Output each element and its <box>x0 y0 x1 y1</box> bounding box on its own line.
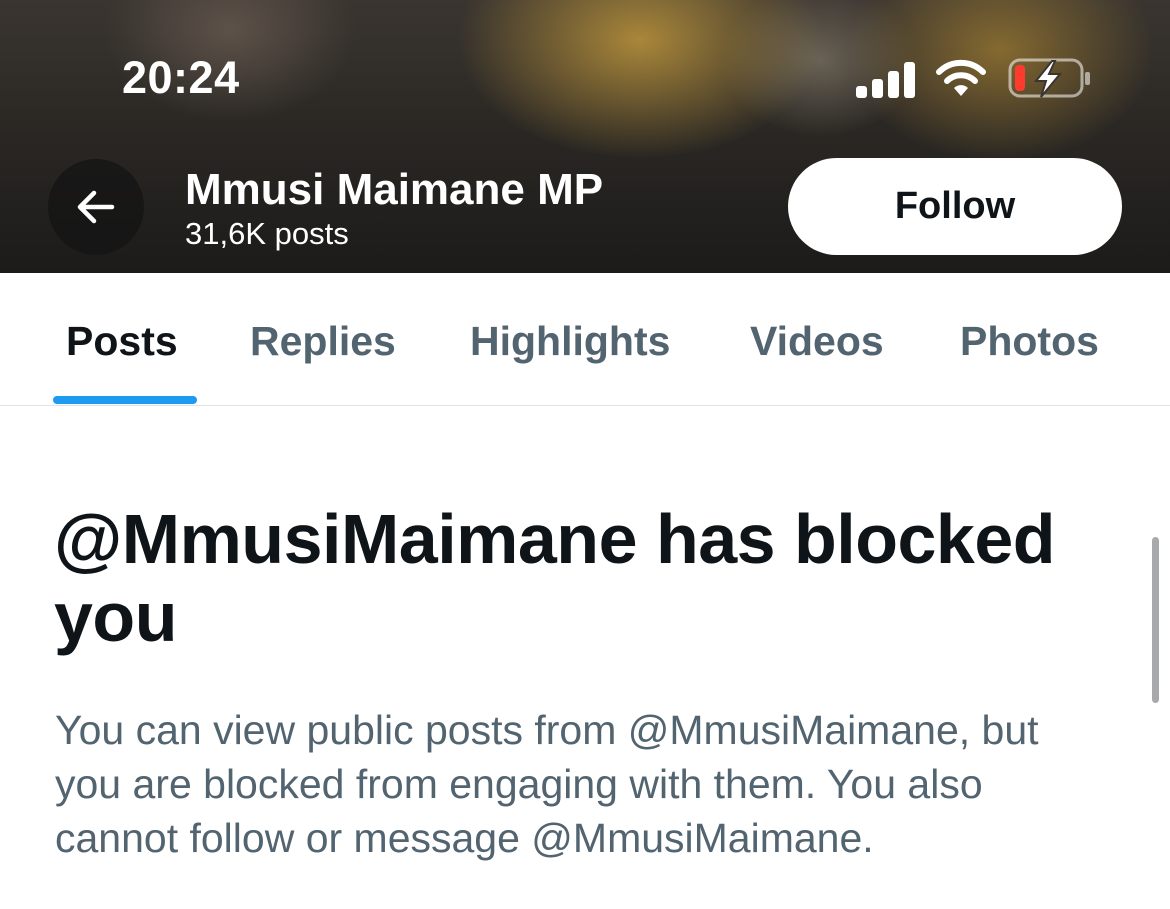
profile-tabs: Posts Replies Highlights Videos Photos <box>0 273 1170 406</box>
cellular-signal-icon <box>856 60 916 98</box>
tab-replies[interactable]: Replies <box>250 318 396 365</box>
tab-videos[interactable]: Videos <box>750 318 884 365</box>
tab-posts[interactable]: Posts <box>66 318 178 365</box>
battery-charging-icon <box>1008 58 1090 98</box>
tab-highlights[interactable]: Highlights <box>470 318 670 365</box>
tab-photos[interactable]: Photos <box>960 318 1099 365</box>
post-count: 31,6K posts <box>185 216 349 251</box>
profile-name: Mmusi Maimane MP <box>185 165 604 214</box>
arrow-left-icon <box>77 190 115 224</box>
blocked-notice-title: @MmusiMaimane has blocked you <box>54 500 1056 656</box>
blocked-notice-description: You can view public posts from @MmusiMai… <box>55 707 1039 861</box>
profile-header: 20:24 Mmusi Maimane MP 31,6K posts Follo… <box>0 0 1170 273</box>
active-tab-indicator <box>53 396 197 404</box>
wifi-icon <box>936 59 986 96</box>
status-time: 20:24 <box>122 52 240 103</box>
follow-button[interactable]: Follow <box>788 158 1122 255</box>
scrollbar[interactable] <box>1152 537 1159 703</box>
back-button[interactable] <box>48 159 144 255</box>
